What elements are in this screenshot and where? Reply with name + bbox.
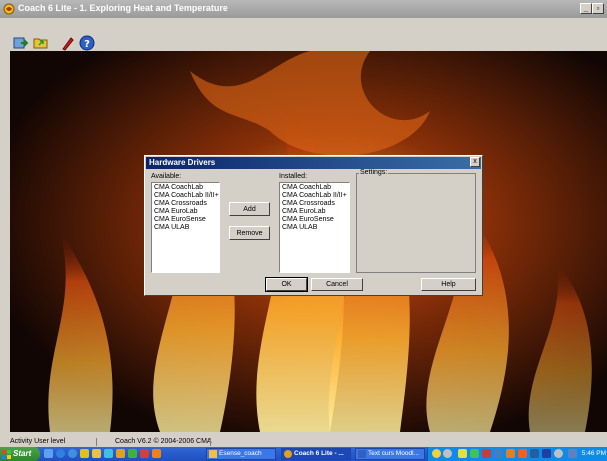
installed-listbox[interactable]: CMA CoachLab CMA CoachLab II/II+ CMA Cro…	[279, 182, 350, 273]
tray-icon[interactable]	[432, 449, 441, 458]
windows-taskbar: Start Esense_coach Coach 6 Lite - ... Te…	[0, 447, 607, 461]
tray-icon[interactable]	[470, 449, 479, 458]
toolbar: ?	[0, 18, 607, 54]
quicklaunch-ie-icon[interactable]	[56, 449, 65, 458]
cancel-button[interactable]: Cancel	[311, 278, 363, 291]
start-button[interactable]: Start	[0, 447, 40, 461]
list-item[interactable]: CMA CoachLab II/II+	[154, 192, 219, 200]
list-item[interactable]: CMA Crossroads	[282, 200, 347, 208]
start-label: Start	[13, 449, 32, 458]
tray-icon[interactable]	[494, 449, 503, 458]
windows-logo-icon	[2, 450, 11, 459]
quicklaunch-firefox-icon[interactable]	[68, 449, 77, 458]
open-folder-icon[interactable]	[33, 35, 49, 51]
list-item[interactable]: CMA CoachLab	[282, 184, 347, 192]
tray-icon[interactable]	[506, 449, 515, 458]
list-item[interactable]: CMA EuroLab	[282, 208, 347, 216]
tray-icon[interactable]	[443, 449, 452, 458]
tray-icon[interactable]	[530, 449, 539, 458]
status-version: Coach V6.2 © 2004-2006 CMA	[115, 438, 212, 445]
status-divider	[210, 438, 211, 446]
remove-button[interactable]: Remove	[229, 226, 270, 240]
taskbar-item-label: Coach 6 Lite - ...	[294, 450, 344, 457]
system-tray: 5:46 PM	[427, 447, 607, 461]
taskbar-item-text-curs-moodle[interactable]: Text curs Moodl...	[355, 448, 425, 460]
taskbar-clock: 5:46 PM	[581, 450, 606, 457]
available-listbox[interactable]: CMA CoachLab CMA CoachLab II/II+ CMA Cro…	[151, 182, 220, 273]
minimize-button[interactable]: _	[580, 3, 592, 14]
word-document-icon	[358, 450, 366, 458]
settings-label: Settings:	[359, 169, 389, 176]
available-label: Available:	[151, 173, 182, 180]
ok-button[interactable]: OK	[265, 277, 308, 292]
svg-text:?: ?	[84, 39, 90, 50]
list-item[interactable]: CMA CoachLab	[154, 184, 217, 192]
network-icon[interactable]	[568, 449, 577, 458]
window-titlebar: Coach 6 Lite - 1. Exploring Heat and Tem…	[0, 0, 607, 18]
help-button[interactable]: Help	[421, 278, 476, 291]
dialog-title: Hardware Drivers	[146, 157, 481, 169]
exit-activity-icon[interactable]	[12, 35, 28, 51]
status-user-level: Activity User level	[10, 438, 66, 445]
quicklaunch-media-icon[interactable]	[104, 449, 113, 458]
quicklaunch-desktop-icon[interactable]	[44, 449, 53, 458]
installed-label: Installed:	[279, 173, 308, 180]
coach-app-icon	[284, 450, 292, 458]
tray-icon[interactable]	[542, 449, 551, 458]
status-divider	[96, 438, 97, 446]
taskbar-item-label: Text curs Moodl...	[368, 450, 419, 457]
folder-icon	[209, 450, 217, 458]
list-item[interactable]: CMA CoachLab II/II+	[282, 192, 347, 200]
list-item[interactable]: CMA ULAB	[282, 224, 347, 232]
dialog-close-button[interactable]: x	[470, 157, 480, 167]
coach-app-icon	[3, 3, 15, 15]
tray-icon[interactable]	[518, 449, 527, 458]
quicklaunch-app-icon[interactable]	[116, 449, 125, 458]
tray-icon[interactable]	[458, 449, 467, 458]
settings-groupbox	[356, 173, 476, 273]
tray-icon[interactable]	[482, 449, 491, 458]
list-item[interactable]: CMA EuroSense	[282, 216, 347, 224]
help-icon[interactable]: ?	[79, 35, 95, 51]
list-item[interactable]: CMA EuroSense	[154, 216, 217, 224]
quicklaunch-app-icon[interactable]	[140, 449, 149, 458]
pen-tool-icon[interactable]	[60, 35, 76, 51]
list-item[interactable]: CMA ULAB	[154, 224, 217, 232]
taskbar-item-label: Esense_coach	[219, 450, 262, 457]
window-title: Coach 6 Lite - 1. Exploring Heat and Tem…	[18, 3, 228, 13]
quicklaunch-app-icon[interactable]	[128, 449, 137, 458]
list-item[interactable]: CMA Crossroads	[154, 200, 217, 208]
list-item[interactable]: CMA EuroLab	[154, 208, 217, 216]
status-bar: Activity User level Coach V6.2 © 2004-20…	[0, 437, 607, 447]
add-button[interactable]: Add	[229, 202, 270, 216]
quicklaunch-folder-icon[interactable]	[92, 449, 101, 458]
tray-icon[interactable]	[554, 449, 563, 458]
hardware-drivers-dialog: Hardware Drivers x Available: CMA CoachL…	[144, 155, 483, 296]
taskbar-item-coach-6-lite[interactable]: Coach 6 Lite - ...	[281, 448, 351, 460]
quicklaunch-smile-icon[interactable]	[80, 449, 89, 458]
taskbar-item-esense-coach[interactable]: Esense_coach	[206, 448, 276, 460]
quicklaunch-flame-icon[interactable]	[152, 449, 161, 458]
restore-button[interactable]: ▫	[592, 3, 604, 14]
